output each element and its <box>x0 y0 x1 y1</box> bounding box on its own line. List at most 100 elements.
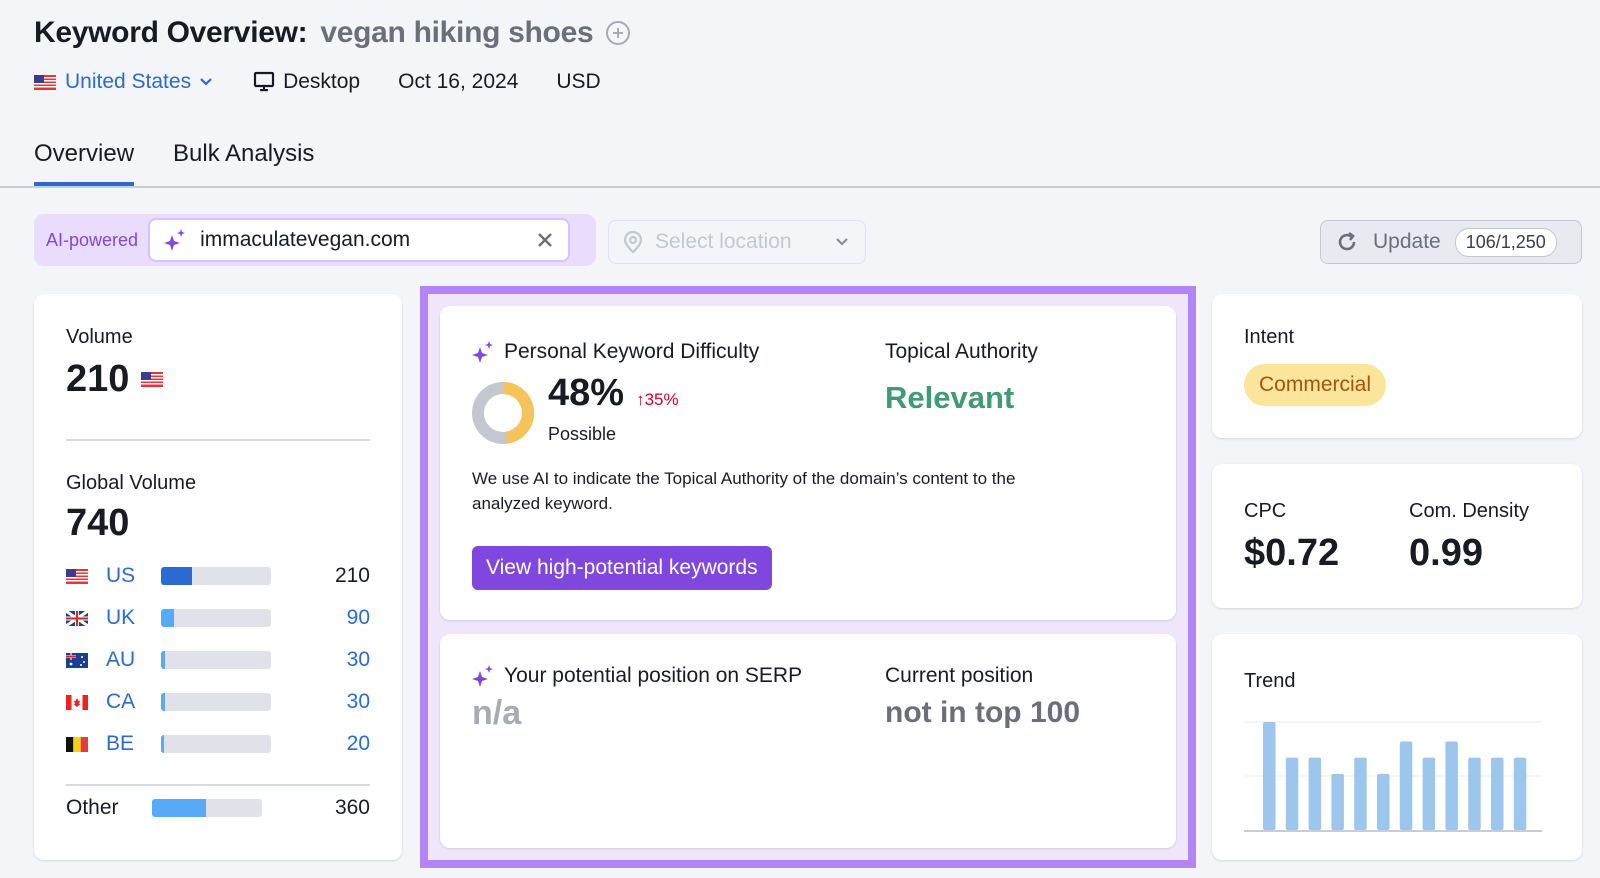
tab-overview[interactable]: Overview <box>34 140 135 186</box>
com-density-label: Com. Density <box>1409 500 1530 522</box>
sparkle-icon <box>472 665 493 687</box>
country-code[interactable]: UK <box>106 606 161 630</box>
potential-position-value: n/a <box>472 694 522 732</box>
global-volume-label: Global Volume <box>66 472 197 494</box>
country-code[interactable]: AU <box>106 648 161 672</box>
location-placeholder: Select location <box>655 230 792 253</box>
divider <box>66 784 370 786</box>
plus-circle-icon[interactable] <box>605 20 631 46</box>
page-title: Keyword Overview: <box>34 16 308 49</box>
com-density-value: 0.99 <box>1409 532 1483 574</box>
us-flag-icon <box>34 74 56 90</box>
clear-icon[interactable] <box>536 231 554 249</box>
trend-bar[interactable] <box>1285 757 1299 830</box>
difficulty-donut-chart <box>472 382 534 444</box>
be-flag-icon <box>66 736 88 752</box>
trend-bar[interactable] <box>1445 741 1458 830</box>
us-flag-icon <box>66 568 88 584</box>
trend-bar[interactable] <box>1513 757 1527 830</box>
share-bar <box>152 799 262 817</box>
trend-bar[interactable] <box>1263 722 1276 830</box>
trend-bar[interactable] <box>1331 773 1344 830</box>
share-bar-fill <box>161 735 165 753</box>
au-flag-icon <box>66 652 88 668</box>
country-row-other: Other 360 <box>66 794 370 822</box>
meta-row: United States Desktop Oct 16, 2024 USD <box>34 70 601 94</box>
pkd-level: Possible <box>548 424 617 444</box>
trend-bar[interactable] <box>1399 741 1413 830</box>
ai-domain-group: AI-powered immaculatevegan.com <box>34 214 596 266</box>
trend-bar[interactable] <box>1377 773 1390 830</box>
ca-flag-icon <box>66 694 88 710</box>
country-code[interactable]: US <box>106 564 161 588</box>
intent-card: Intent Commercial <box>1212 294 1582 438</box>
domain-input[interactable]: immaculatevegan.com <box>148 218 571 262</box>
personal-kd-card: Personal Keyword Difficulty 48% ↑35% Pos… <box>440 306 1176 620</box>
country-label: United States <box>65 70 192 93</box>
currency-label: USD <box>556 70 601 93</box>
update-button[interactable]: Update 106/1,250 <box>1320 220 1582 264</box>
volume-value-row: 210 <box>66 358 172 401</box>
topical-authority-description: We use AI to indicate the Topical Author… <box>472 469 1016 513</box>
domain-value[interactable]: immaculatevegan.com <box>200 228 536 252</box>
uk-flag-icon <box>66 610 88 626</box>
other-label: Other <box>66 796 119 819</box>
cpc-card: CPC $0.72 Com. Density 0.99 <box>1212 464 1582 608</box>
potential-position-label: Your potential position on SERP <box>504 664 803 687</box>
volume-label: Volume <box>66 326 133 348</box>
intent-badge: Commercial <box>1244 364 1387 406</box>
ai-powered-label: AI-powered <box>46 229 139 250</box>
device-indicator: Desktop <box>253 70 360 94</box>
keyword-text: vegan hiking shoes <box>320 16 594 49</box>
trend-bar[interactable] <box>1422 757 1436 830</box>
pkd-value: 48% <box>548 372 625 414</box>
share-bar <box>161 567 271 585</box>
share-bar-fill <box>161 567 192 585</box>
country-selector[interactable]: United States <box>34 70 213 94</box>
trend-chart <box>1244 721 1542 832</box>
country-code[interactable]: BE <box>106 732 161 756</box>
location-select[interactable]: Select location <box>608 220 866 264</box>
sparkle-icon <box>164 229 186 251</box>
country-volume[interactable]: 90 <box>271 606 370 630</box>
volume-card: Volume 210 Global Volume 740 US 210 UK 9… <box>34 294 402 860</box>
country-volume[interactable]: 30 <box>271 690 370 714</box>
country-code[interactable]: CA <box>106 690 161 714</box>
trend-bar[interactable] <box>1468 757 1481 830</box>
trend-bar[interactable] <box>1308 757 1322 830</box>
page-header: Keyword Overview: vegan hiking shoes <box>34 16 631 50</box>
trend-bar[interactable] <box>1354 757 1367 830</box>
country-row-ca: CA 30 <box>66 688 370 716</box>
country-volume[interactable]: 30 <box>271 648 370 672</box>
share-bar-fill <box>161 651 166 669</box>
share-bar-fill <box>161 693 166 711</box>
intent-label: Intent <box>1244 326 1295 348</box>
country-row-au: AU 30 <box>66 646 370 674</box>
sparkle-icon <box>472 341 493 363</box>
tab-bulk-analysis[interactable]: Bulk Analysis <box>173 140 314 182</box>
trend-card: Trend <box>1212 634 1582 860</box>
trend-bar[interactable] <box>1491 757 1504 830</box>
country-row-be: BE 20 <box>66 730 370 758</box>
serp-header: Your potential position on SERP <box>472 664 802 688</box>
current-position-value: not in top 100 <box>885 696 1080 729</box>
pkd-title: Personal Keyword Difficulty <box>504 340 760 363</box>
country-volume[interactable]: 20 <box>271 732 370 756</box>
view-high-potential-keywords-button[interactable]: View high-potential keywords <box>472 546 772 590</box>
share-bar <box>161 609 271 627</box>
serp-position-card: Your potential position on SERP n/a Curr… <box>440 634 1176 848</box>
pkd-value-row: 48% ↑35% <box>548 372 679 415</box>
topical-authority-label: Topical Authority <box>885 340 1038 363</box>
country-volume: 210 <box>334 564 370 587</box>
share-bar <box>161 693 271 711</box>
global-volume-value: 740 <box>66 502 130 544</box>
chevron-down-icon <box>836 238 848 246</box>
trend-label: Trend <box>1244 670 1296 692</box>
desktop-icon <box>253 71 275 92</box>
device-label: Desktop <box>283 70 361 93</box>
cpc-label: CPC <box>1244 500 1287 522</box>
share-bar <box>161 651 271 669</box>
divider <box>66 439 370 441</box>
country-row-uk: UK 90 <box>66 604 370 632</box>
chevron-down-icon <box>200 78 212 86</box>
